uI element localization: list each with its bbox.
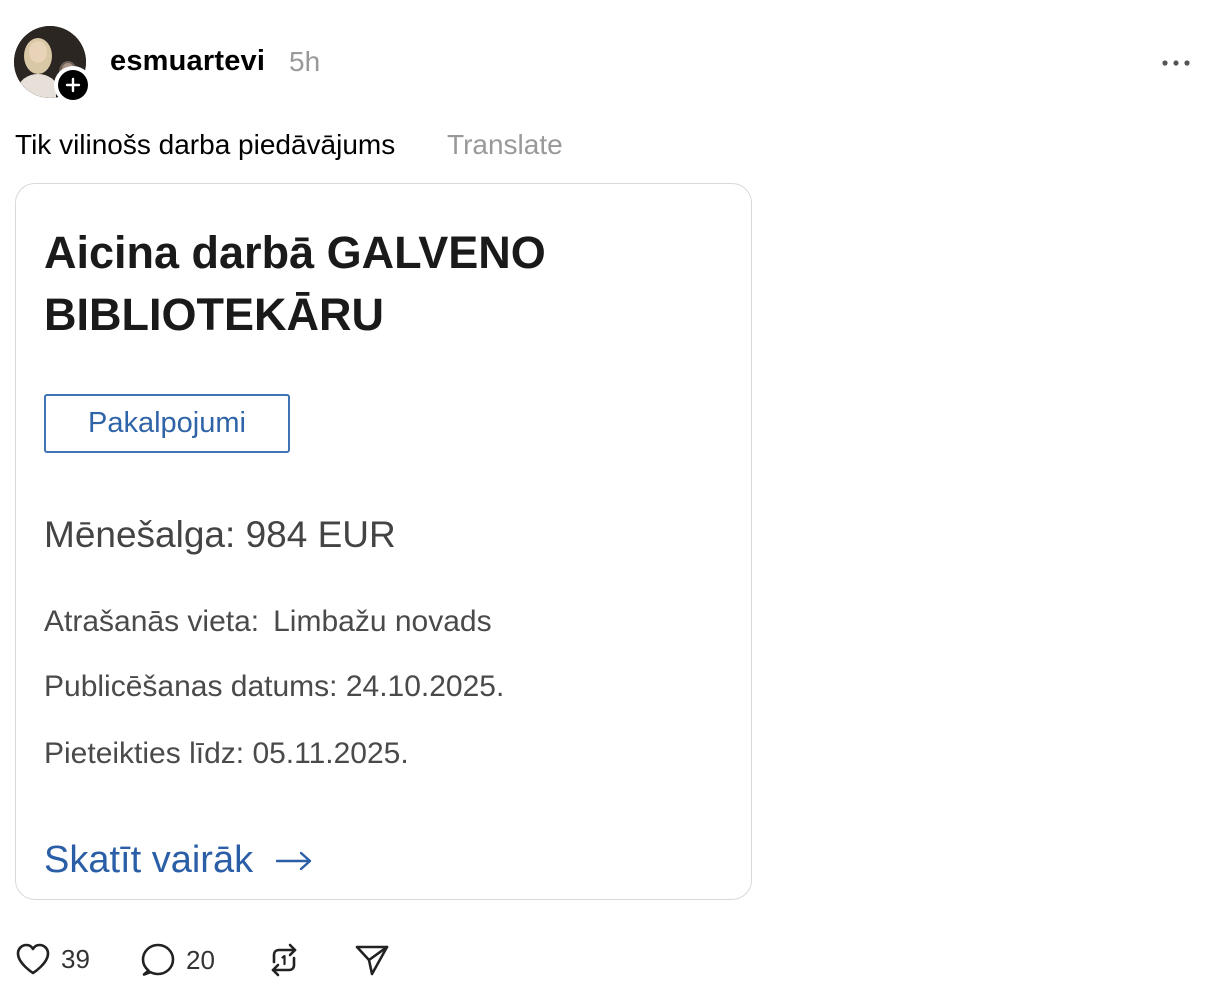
plus-icon [58,70,88,100]
like-count: 39 [61,943,90,974]
job-title: Aicina darbā GALVENO BIBLIOTEKĀRU [44,227,546,340]
follow-button[interactable] [54,66,92,104]
arrow-right-icon [275,850,313,872]
repost-button[interactable] [266,942,302,978]
more-horizontal-icon [1162,60,1190,66]
comment-icon [141,943,175,976]
comment-count: 20 [186,944,215,975]
comment-button[interactable]: 20 [140,942,215,978]
salary: Mēnešalga: 984 EUR [44,514,396,555]
see-more-label: Skatīt vairāk [44,839,254,881]
heart-icon [16,943,50,975]
post-caption: Tik vilinošs darba piedāvājums [15,129,396,160]
deadline-value: 05.11.2025. [252,737,409,770]
translate-link[interactable]: Translate [447,129,563,161]
share-button[interactable] [354,942,390,978]
location-label: Atrašanās vieta: [44,605,260,638]
post-time: 5h [289,46,321,77]
location-line: Atrašanās vieta: Limbažu novads [44,605,492,639]
username[interactable]: esmuartevi [110,45,265,78]
published-label: Publicēšanas datums: [44,670,338,703]
location-value: Limbažu novads [273,605,492,638]
category-tag: Pakalpojumi [44,394,290,453]
see-more-link[interactable]: Skatīt vairāk [44,839,313,882]
send-icon [355,945,389,976]
published-value: 24.10.2025. [345,670,505,703]
category-label: Pakalpojumi [88,407,246,439]
like-button[interactable]: 39 [15,942,90,976]
deadline-label: Pieteikties līdz: [44,737,245,770]
job-card[interactable]: Aicina darbā GALVENO BIBLIOTEKĀRU Pakalp… [15,183,752,900]
published-line: Publicēšanas datums: 24.10.2025. [44,670,504,704]
deadline-line: Pieteikties līdz: 05.11.2025. [44,737,409,771]
repost-icon [271,943,297,977]
more-options-button[interactable] [1156,48,1196,78]
